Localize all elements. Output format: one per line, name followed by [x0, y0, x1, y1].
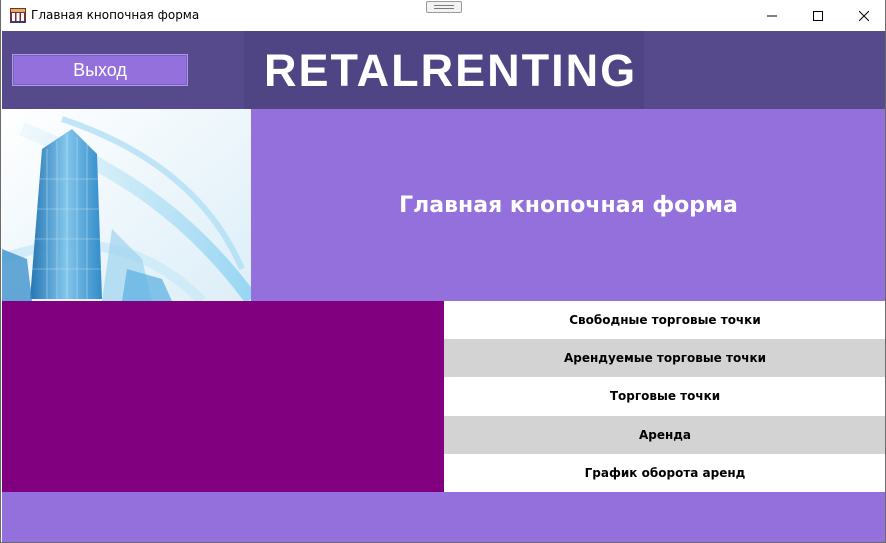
- maximize-icon: [813, 10, 823, 21]
- banner: Главная кнопочная форма: [251, 109, 885, 301]
- menu-item-rent[interactable]: Аренда: [444, 415, 885, 454]
- window-title: Главная кнопочная форма: [31, 8, 200, 22]
- main-window: Главная кнопочная форма Выход RETALRENTI…: [0, 0, 886, 543]
- company-logo: RETALRENTING: [264, 45, 638, 96]
- logo-panel: RETALRENTING: [244, 31, 644, 109]
- close-icon: [859, 10, 869, 21]
- minimize-icon: [767, 15, 777, 16]
- skyscraper-image: [2, 109, 251, 301]
- exit-button[interactable]: Выход: [12, 54, 188, 86]
- menu-item-rented-outlets[interactable]: Арендуемые торговые точки: [444, 339, 885, 378]
- title-bar[interactable]: Главная кнопочная форма: [1, 0, 885, 31]
- menu-item-rent-turnover-chart[interactable]: График оборота аренд: [444, 453, 885, 492]
- main-menu: Свободные торговые точки Арендуемые торг…: [444, 301, 885, 492]
- close-button[interactable]: [841, 0, 885, 31]
- drag-handle[interactable]: [426, 1, 462, 13]
- app-icon: [10, 8, 26, 23]
- decor-panel: [2, 301, 444, 492]
- page-title: Главная кнопочная форма: [399, 192, 738, 218]
- menu-item-outlets[interactable]: Торговые точки: [444, 377, 885, 416]
- maximize-button[interactable]: [795, 0, 841, 31]
- header-band: Выход RETALRENTING: [2, 31, 885, 109]
- minimize-button[interactable]: [749, 0, 795, 31]
- menu-item-free-outlets[interactable]: Свободные торговые точки: [444, 301, 885, 340]
- footer-band: [2, 492, 885, 542]
